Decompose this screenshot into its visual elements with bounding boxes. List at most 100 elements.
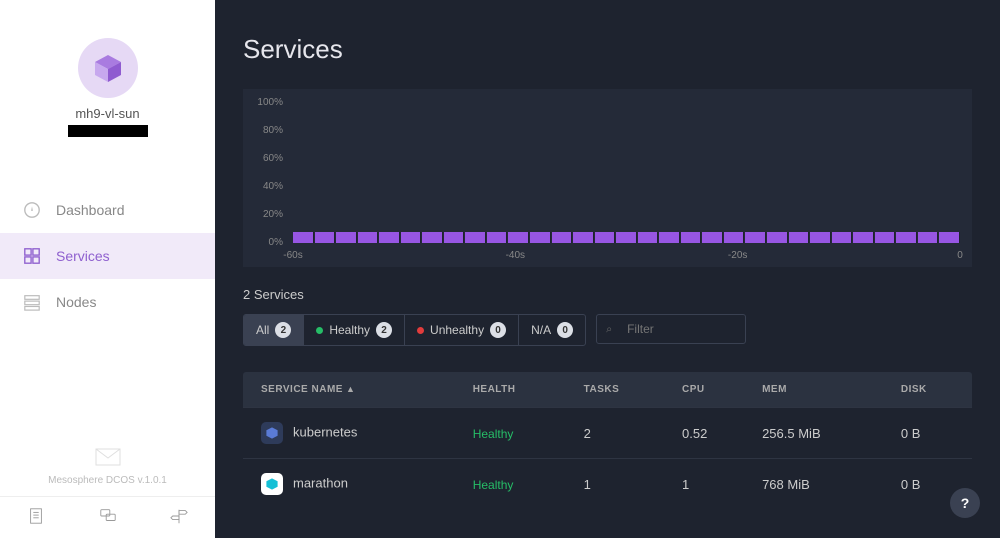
filter-tab-label: Unhealthy	[430, 323, 484, 337]
chart-xtick: 0	[957, 250, 963, 261]
col-header-name[interactable]: SERVICE NAME▲	[243, 372, 463, 408]
sidebar-bottom-bar	[0, 496, 215, 538]
col-header-disk[interactable]: DISK	[891, 372, 972, 408]
chart-bar	[616, 232, 637, 243]
chart-bar	[573, 232, 594, 243]
chart-ytick: 20%	[249, 209, 283, 220]
filter-input[interactable]	[596, 314, 746, 344]
chart-bar	[832, 232, 853, 243]
sidebar-item-services[interactable]: Services	[0, 233, 215, 279]
chart-bar	[724, 232, 745, 243]
chart-bar	[487, 232, 508, 243]
chart-ytick: 0%	[249, 237, 283, 248]
tasks-value: 1	[574, 459, 672, 510]
service-name: marathon	[293, 475, 348, 490]
cluster-avatar-wrap: mh9-vl-sun	[0, 0, 215, 147]
grid-icon	[22, 246, 42, 266]
cpu-value: 0.52	[672, 408, 752, 459]
chart-bar	[401, 232, 422, 243]
chart-xtick: -60s	[283, 250, 302, 261]
col-header-cpu[interactable]: CPU	[672, 372, 752, 408]
chart-bars	[293, 103, 960, 243]
col-header-tasks[interactable]: TASKS	[574, 372, 672, 408]
chart-bar	[896, 232, 917, 243]
service-icon	[261, 422, 283, 444]
col-header-health[interactable]: HEALTH	[463, 372, 574, 408]
chart-bar	[810, 232, 831, 243]
chart-bar	[789, 232, 810, 243]
mem-value: 768 MiB	[752, 459, 891, 510]
chart-bar	[422, 232, 443, 243]
bottom-chat-button[interactable]	[72, 497, 144, 538]
sidebar-item-label: Nodes	[56, 294, 96, 310]
cluster-avatar	[78, 38, 138, 98]
filter-tab-count: 0	[490, 322, 506, 338]
chart-bar	[379, 232, 400, 243]
chart-bar	[875, 232, 896, 243]
filter-tab-unhealthy[interactable]: Unhealthy 0	[405, 315, 519, 345]
status-dot-unhealthy	[417, 327, 424, 334]
health-status: Healthy	[473, 478, 514, 492]
chart-bar	[767, 232, 788, 243]
table-row[interactable]: kubernetes Healthy 2 0.52 256.5 MiB 0 B	[243, 408, 972, 459]
health-status: Healthy	[473, 427, 514, 441]
chart-ytick: 40%	[249, 181, 283, 192]
chart-bar	[508, 232, 529, 243]
chat-icon	[99, 507, 117, 525]
cube-icon	[92, 52, 124, 84]
chart-bar	[530, 232, 551, 243]
chart-ytick: 80%	[249, 125, 283, 136]
chart-xtick: -40s	[506, 250, 525, 261]
bottom-tour-button[interactable]	[143, 497, 215, 538]
cluster-name: mh9-vl-sun	[0, 106, 215, 121]
page-title: Services	[243, 34, 972, 65]
sidebar: mh9-vl-sun Dashboard Services Nodes Meso…	[0, 0, 215, 538]
col-header-mem[interactable]: MEM	[752, 372, 891, 408]
filter-tab-label: N/A	[531, 323, 551, 337]
help-button[interactable]: ?	[950, 488, 980, 518]
filter-tab-all[interactable]: All 2	[244, 315, 304, 345]
docs-icon	[27, 507, 45, 525]
signpost-icon	[170, 507, 188, 525]
cpu-value: 1	[672, 459, 752, 510]
filter-tab-count: 2	[275, 322, 291, 338]
chart-bar	[358, 232, 379, 243]
chart-ytick: 100%	[249, 97, 283, 108]
chart-bar	[336, 232, 357, 243]
filter-row: All 2 Healthy 2 Unhealthy 0 N/A 0 ⌕	[243, 314, 972, 346]
service-icon	[261, 473, 283, 495]
chart-bar	[918, 232, 939, 243]
sidebar-item-label: Services	[56, 248, 110, 264]
status-dot-healthy	[316, 327, 323, 334]
main-content: Services 100%80%60%40%20%0%-60s-40s-20s0…	[215, 0, 1000, 538]
filter-tab-label: All	[256, 323, 269, 337]
sidebar-nav: Dashboard Services Nodes	[0, 187, 215, 438]
sidebar-item-dashboard[interactable]: Dashboard	[0, 187, 215, 233]
sort-asc-icon: ▲	[346, 384, 355, 394]
gauge-icon	[22, 200, 42, 220]
chart-bar	[659, 232, 680, 243]
chart-bar	[465, 232, 486, 243]
sidebar-item-label: Dashboard	[56, 202, 125, 218]
chart-ytick: 60%	[249, 153, 283, 164]
table-row[interactable]: marathon Healthy 1 1 768 MiB 0 B	[243, 459, 972, 510]
disk-value: 0 B	[891, 408, 972, 459]
envelope-icon	[95, 448, 121, 466]
chart-bar	[745, 232, 766, 243]
filter-tab-healthy[interactable]: Healthy 2	[304, 315, 405, 345]
mem-value: 256.5 MiB	[752, 408, 891, 459]
sidebar-footer-brand: Mesosphere DCOS v.1.0.1	[0, 438, 215, 496]
bottom-docs-button[interactable]	[0, 497, 72, 538]
chart-bar	[638, 232, 659, 243]
servers-icon	[22, 292, 42, 312]
filter-tab-count: 2	[376, 322, 392, 338]
filter-tab-na[interactable]: N/A 0	[519, 315, 585, 345]
chart-bar	[939, 232, 960, 243]
chart-bar	[315, 232, 336, 243]
tasks-value: 2	[574, 408, 672, 459]
chart-bar	[444, 232, 465, 243]
footer-version: Mesosphere DCOS v.1.0.1	[0, 475, 215, 486]
health-filter-tabs: All 2 Healthy 2 Unhealthy 0 N/A 0	[243, 314, 586, 346]
sidebar-item-nodes[interactable]: Nodes	[0, 279, 215, 325]
filter-tab-count: 0	[557, 322, 573, 338]
